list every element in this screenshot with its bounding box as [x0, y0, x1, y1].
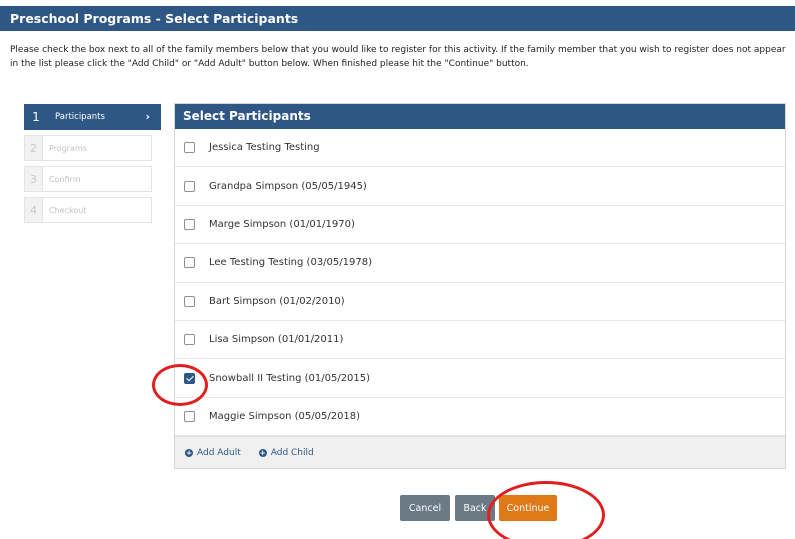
- step-checkout: 4 Checkout: [24, 197, 152, 223]
- step-label: Participants: [55, 112, 105, 122]
- participants-panel: Select Participants Jessica Testing Test…: [174, 103, 786, 469]
- step-participants[interactable]: 1 Participants ›: [24, 104, 161, 130]
- participant-row[interactable]: Jessica Testing Testing: [175, 129, 785, 168]
- participant-name: Grandpa Simpson (05/05/1945): [209, 180, 367, 192]
- page-title: Preschool Programs - Select Participants: [0, 6, 795, 31]
- add-child-label: Add Child: [270, 447, 314, 458]
- participant-checkbox[interactable]: [184, 180, 195, 192]
- participant-row[interactable]: Lee Testing Testing (03/05/1978): [175, 244, 785, 283]
- step-number: 2: [25, 136, 43, 160]
- back-button[interactable]: Back: [455, 495, 495, 521]
- panel-footer: + Add Adult + Add Child: [175, 436, 785, 468]
- panel-title: Select Participants: [175, 104, 785, 129]
- continue-button[interactable]: Continue: [499, 495, 557, 521]
- participant-row[interactable]: Lisa Simpson (01/01/2011): [175, 321, 785, 360]
- participant-name: Jessica Testing Testing: [209, 142, 320, 154]
- participant-row[interactable]: Maggie Simpson (05/05/2018): [175, 398, 785, 437]
- participant-checkbox[interactable]: [184, 142, 195, 154]
- participant-checkbox[interactable]: [184, 410, 195, 422]
- plus-circle-icon: +: [258, 448, 267, 457]
- step-number: 3: [25, 167, 43, 191]
- participant-checkbox-checked[interactable]: [184, 372, 195, 384]
- participant-name: Bart Simpson (01/02/2010): [209, 295, 345, 307]
- steps-sidebar: 1 Participants › 2 Programs 3 Confirm 4 …: [24, 104, 161, 228]
- step-label: Checkout: [49, 205, 87, 215]
- participant-row[interactable]: Marge Simpson (01/01/1970): [175, 206, 785, 245]
- plus-circle-icon: +: [185, 448, 193, 457]
- participant-row[interactable]: Snowball II Testing (01/05/2015): [175, 359, 785, 398]
- step-confirm: 3 Confirm: [24, 166, 152, 192]
- chevron-right-icon: ›: [145, 110, 150, 123]
- step-number: 4: [25, 198, 43, 222]
- step-number: 1: [25, 105, 47, 129]
- participant-name: Marge Simpson (01/01/1970): [209, 218, 355, 230]
- participant-checkbox[interactable]: [184, 295, 195, 307]
- participant-row[interactable]: Bart Simpson (01/02/2010): [175, 283, 785, 321]
- participant-name: Lee Testing Testing (03/05/1978): [209, 257, 372, 269]
- participant-name: Lisa Simpson (01/01/2011): [209, 334, 344, 346]
- add-adult-link[interactable]: + Add Adult: [185, 448, 241, 458]
- participant-checkbox[interactable]: [184, 257, 195, 269]
- participant-name: Snowball II Testing (01/05/2015): [209, 372, 371, 384]
- instructions-text: Please check the box next to all of the …: [10, 45, 786, 69]
- participant-checkbox[interactable]: [184, 334, 195, 346]
- participant-checkbox[interactable]: [184, 218, 195, 230]
- participant-name: Maggie Simpson (05/05/2018): [209, 410, 361, 422]
- step-programs: 2 Programs: [24, 135, 152, 161]
- step-label: Confirm: [49, 174, 81, 184]
- add-child-link[interactable]: + Add Child: [258, 447, 314, 458]
- participant-row[interactable]: Grandpa Simpson (05/05/1945): [175, 167, 785, 206]
- add-adult-label: Add Adult: [197, 447, 241, 458]
- cancel-button[interactable]: Cancel: [400, 495, 450, 521]
- step-label: Programs: [49, 143, 87, 153]
